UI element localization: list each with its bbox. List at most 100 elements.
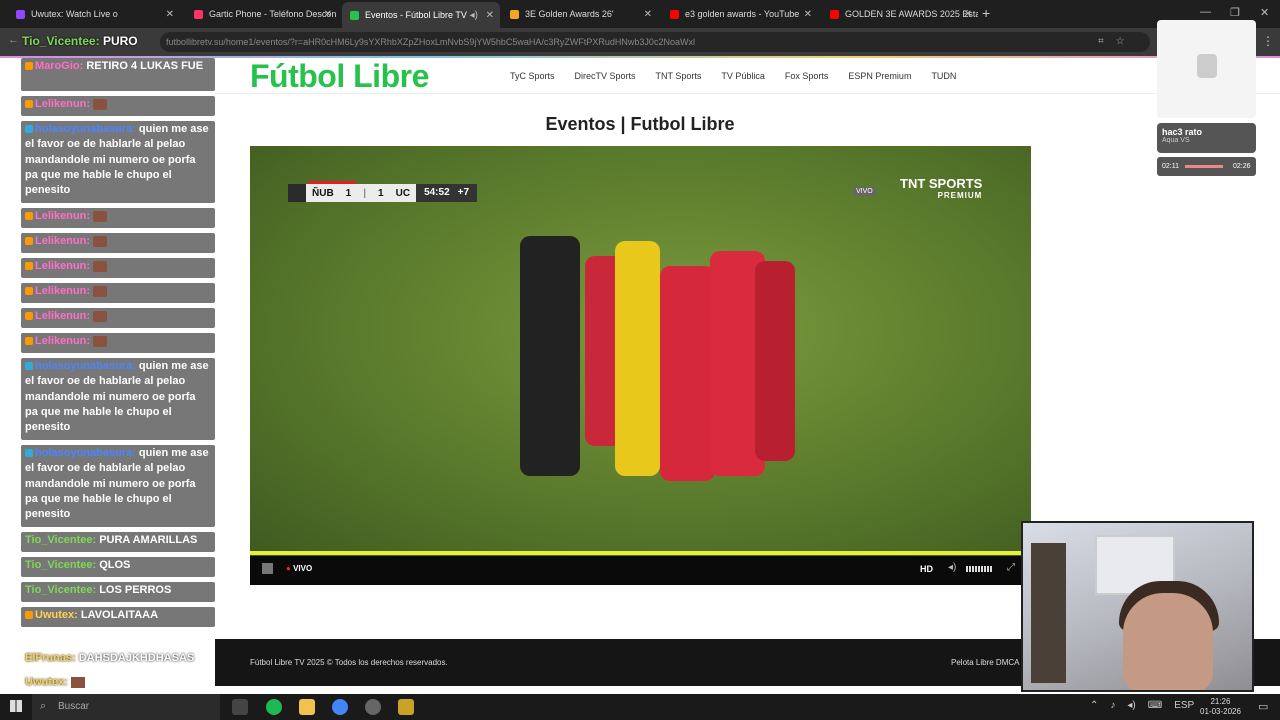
added-time: +7 bbox=[457, 184, 478, 202]
futbol-libre-icon bbox=[350, 10, 359, 20]
song-artist: Aqua VS bbox=[1162, 137, 1190, 144]
chat-message: Tio_Vicentee: PURA AMARILLAS bbox=[21, 532, 215, 552]
speaker-icon[interactable]: ◂) bbox=[1127, 700, 1135, 711]
address-actions: ⌗ ☆ bbox=[1098, 36, 1125, 47]
badge-icon bbox=[25, 449, 33, 458]
tab-golden-awards[interactable]: 3E Golden Awards 26' ✕ bbox=[502, 4, 658, 24]
home-team: ÑUB bbox=[312, 187, 334, 199]
tab-youtube[interactable]: e3 golden awards - YouTube ✕ bbox=[662, 4, 818, 24]
scoreboard: ÑUB 1 | 1 UC 54:52 +7 bbox=[288, 184, 478, 202]
minimize-icon[interactable]: — bbox=[1200, 6, 1211, 18]
clock-time: 21:26 bbox=[1210, 697, 1231, 706]
webcam-person bbox=[1123, 593, 1213, 690]
close-icon[interactable]: ✕ bbox=[804, 9, 812, 20]
chat-message: Lelikenun: bbox=[21, 283, 215, 303]
site-header: Fútbol Libre TyC Sports DirecTV Sports T… bbox=[215, 58, 1280, 94]
chat-text: QLOS bbox=[99, 559, 131, 571]
footer-links[interactable]: Pelota Libre DMCA bbox=[951, 658, 1019, 667]
chat-message: Tio_Vicentee: LOS PERROS bbox=[21, 582, 215, 602]
chat-message: Lelikenun: bbox=[21, 308, 215, 328]
emote-icon bbox=[93, 98, 108, 110]
maximize-icon[interactable]: ❐ bbox=[1230, 6, 1240, 19]
emote-icon bbox=[93, 235, 108, 247]
nav-fox-sports[interactable]: Fox Sports bbox=[785, 71, 829, 81]
chat-text: PURA AMARILLAS bbox=[99, 534, 198, 546]
video-progress-bar[interactable] bbox=[250, 551, 1031, 555]
chat-message: Lelikenun: bbox=[21, 333, 215, 353]
audio-icon[interactable]: ◂) bbox=[470, 10, 478, 21]
badge-icon bbox=[25, 312, 33, 321]
app-icon[interactable] bbox=[398, 699, 414, 715]
close-window-icon[interactable]: ✕ bbox=[1260, 6, 1269, 19]
chat-username: holasoyunabasura: bbox=[35, 123, 136, 135]
away-team: UC bbox=[395, 187, 411, 199]
chevron-up-icon[interactable]: ⌃ bbox=[1090, 700, 1098, 711]
tab-golden-3e[interactable]: GOLDEN 3E AWARDS 2025 Esta ✕ bbox=[822, 4, 978, 24]
chat-username: Lelikenun: bbox=[35, 98, 91, 110]
browser-menu-icon[interactable]: ⋮ bbox=[1262, 34, 1274, 48]
gartic-icon bbox=[194, 9, 203, 19]
translate-icon[interactable]: ⌗ bbox=[1098, 36, 1104, 47]
tab-uwutex[interactable]: Uwutex: Watch Live o ✕ bbox=[8, 4, 180, 24]
quality-button[interactable]: HD bbox=[920, 564, 933, 574]
bookmark-star-icon[interactable]: ☆ bbox=[1116, 36, 1125, 47]
video-frame: ÑUB 1 | 1 UC 54:52 +7 VIVO TNT SPORTS PR… bbox=[250, 146, 1031, 556]
task-view-icon[interactable] bbox=[232, 699, 248, 715]
nav-tnt-sports[interactable]: TNT Sports bbox=[656, 71, 702, 81]
file-explorer-icon[interactable] bbox=[299, 699, 315, 715]
keyboard-icon[interactable]: ⌨ bbox=[1148, 700, 1162, 711]
chrome-icon[interactable] bbox=[332, 699, 348, 715]
match-clock: 54:52 bbox=[416, 184, 458, 202]
nav-tv-publica[interactable]: TV Pública bbox=[721, 71, 765, 81]
volume-slider[interactable] bbox=[966, 566, 992, 572]
windows-start-icon[interactable] bbox=[10, 700, 22, 712]
now-playing-widget: hac3 rato Aqua VS bbox=[1157, 123, 1256, 153]
obs-icon[interactable] bbox=[365, 699, 381, 715]
microphone-icon[interactable]: ♪ bbox=[1110, 700, 1115, 711]
language-indicator[interactable]: ESP bbox=[1174, 700, 1194, 711]
song-title: hac3 rato bbox=[1162, 127, 1203, 137]
chat-message-overlay: ElFrunas: DAHSDAJKHDHASAS bbox=[25, 652, 194, 664]
spotify-icon[interactable] bbox=[266, 699, 282, 715]
chat-message: MaroGio: RETIRO 4 LUKAS FUE bbox=[21, 58, 215, 91]
clock[interactable]: 21:26 01-03-2026 bbox=[1200, 697, 1241, 717]
close-icon[interactable]: ✕ bbox=[166, 9, 174, 20]
url-field[interactable]: futbollibretv.su/home1/eventos/?r=aHR0cH… bbox=[160, 32, 1150, 52]
close-icon[interactable]: ✕ bbox=[324, 9, 332, 20]
youtube-icon bbox=[670, 9, 679, 19]
close-icon[interactable]: ✕ bbox=[486, 10, 494, 21]
taskbar: Buscar ⌕ ⌃ ♪ ◂) ⌨ ESP 21:26 01-03-2026 ▭ bbox=[0, 694, 1280, 720]
new-tab-button[interactable]: + bbox=[982, 5, 990, 21]
taskbar-search[interactable]: Buscar bbox=[32, 694, 220, 720]
fullscreen-icon[interactable]: ⤢ bbox=[1007, 562, 1015, 573]
nav-directv-sports[interactable]: DirecTV Sports bbox=[575, 71, 636, 81]
away-score: 1 bbox=[378, 187, 384, 199]
site-logo[interactable]: Fútbol Libre bbox=[250, 58, 429, 95]
tab-gartic[interactable]: Gartic Phone - Teléfono Descon ✕ bbox=[186, 4, 338, 24]
notification-icon[interactable]: ▭ bbox=[1258, 700, 1268, 713]
back-icon[interactable]: ← bbox=[8, 34, 19, 46]
video-player[interactable]: ÑUB 1 | 1 UC 54:52 +7 VIVO TNT SPORTS PR… bbox=[250, 146, 1031, 585]
tab-label: Gartic Phone - Teléfono Descon bbox=[209, 9, 337, 19]
chat-message-partial: Tio_Vicentee: PURO bbox=[22, 34, 138, 48]
youtube-icon bbox=[830, 9, 839, 19]
chat-overlay: Tio_Vicentee: PURO MaroGio: RETIRO 4 LUK… bbox=[0, 34, 215, 688]
tab-eventos[interactable]: Eventos - Fútbol Libre TV ◂) ✕ bbox=[342, 2, 500, 28]
close-icon[interactable]: ✕ bbox=[644, 9, 652, 20]
nav-tudn[interactable]: TUDN bbox=[931, 71, 956, 81]
webcam-background bbox=[1031, 543, 1066, 683]
nav-tyc-sports[interactable]: TyC Sports bbox=[510, 71, 555, 81]
close-icon[interactable]: ✕ bbox=[964, 9, 972, 20]
badge-icon bbox=[25, 237, 33, 246]
song-progress: 02:11 02:26 bbox=[1157, 157, 1256, 176]
nav-espn-premium[interactable]: ESPN Premium bbox=[848, 71, 911, 81]
stop-icon[interactable] bbox=[262, 563, 273, 574]
chat-message: Uwutex: LAVOLAITAAA bbox=[21, 607, 215, 627]
webcam-overlay bbox=[1021, 521, 1254, 692]
system-tray: ⌃ ♪ ◂) ⌨ ESP bbox=[1090, 700, 1194, 711]
player-figure bbox=[755, 261, 795, 461]
chat-message-overlay: Uwutex: bbox=[25, 676, 85, 688]
chat-username: Lelikenun: bbox=[35, 235, 91, 247]
badge-icon bbox=[25, 125, 33, 134]
volume-icon[interactable]: ◂) bbox=[948, 562, 956, 573]
